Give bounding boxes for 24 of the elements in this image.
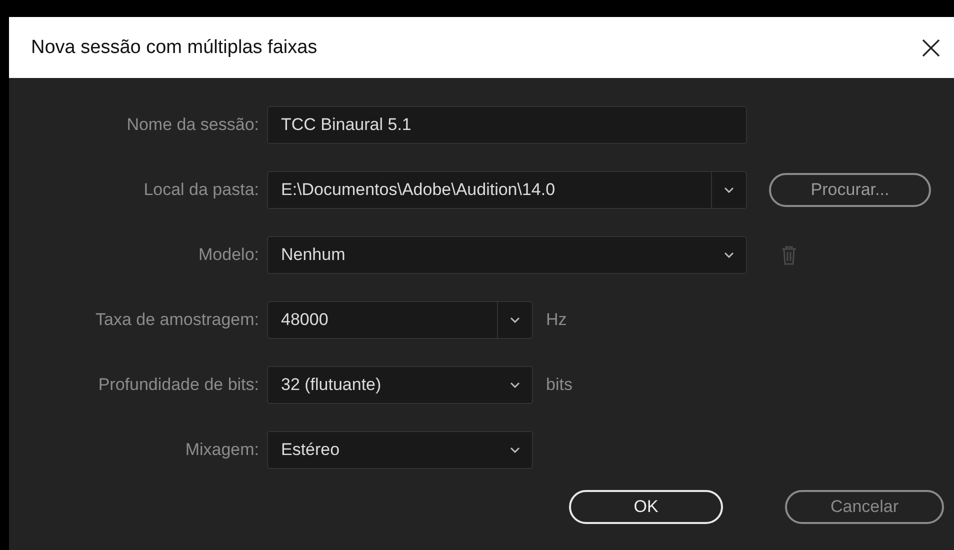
ok-button[interactable]: OK bbox=[569, 490, 723, 524]
dropdown-field[interactable]: Estéreo bbox=[267, 431, 533, 469]
field-label: Modelo: bbox=[198, 245, 260, 265]
cancel-button[interactable]: Cancelar bbox=[785, 490, 944, 524]
field-label: Nome da sessão: bbox=[126, 115, 260, 135]
chevron-icon bbox=[724, 252, 734, 258]
unit-label: bits bbox=[546, 375, 572, 395]
chevron-icon bbox=[510, 382, 520, 388]
field-label: Mixagem: bbox=[184, 440, 260, 460]
unit-label: Hz bbox=[546, 310, 567, 330]
chevron-icon bbox=[724, 187, 734, 193]
dropdown-field[interactable]: E:\Documentos\Adobe\Audition\14.0 bbox=[267, 171, 747, 209]
dropdown-field[interactable]: 48000 bbox=[267, 301, 533, 339]
field-label: Local da pasta: bbox=[142, 180, 260, 200]
field-label: Profundidade de bits: bbox=[97, 375, 260, 395]
dropdown-field[interactable]: Nenhum bbox=[267, 236, 747, 274]
chevron-icon bbox=[510, 317, 520, 323]
text-field[interactable]: TCC Binaural 5.1 bbox=[267, 106, 747, 144]
chevron-icon bbox=[510, 447, 520, 453]
field-label: Taxa de amostragem: bbox=[94, 310, 260, 330]
window-title: Nova sessão com múltiplas faixas bbox=[31, 36, 318, 58]
browse-button[interactable]: Procurar... bbox=[769, 173, 931, 207]
dropdown-field[interactable]: 32 (flutuante) bbox=[267, 366, 533, 404]
close-icon[interactable] bbox=[921, 38, 941, 58]
